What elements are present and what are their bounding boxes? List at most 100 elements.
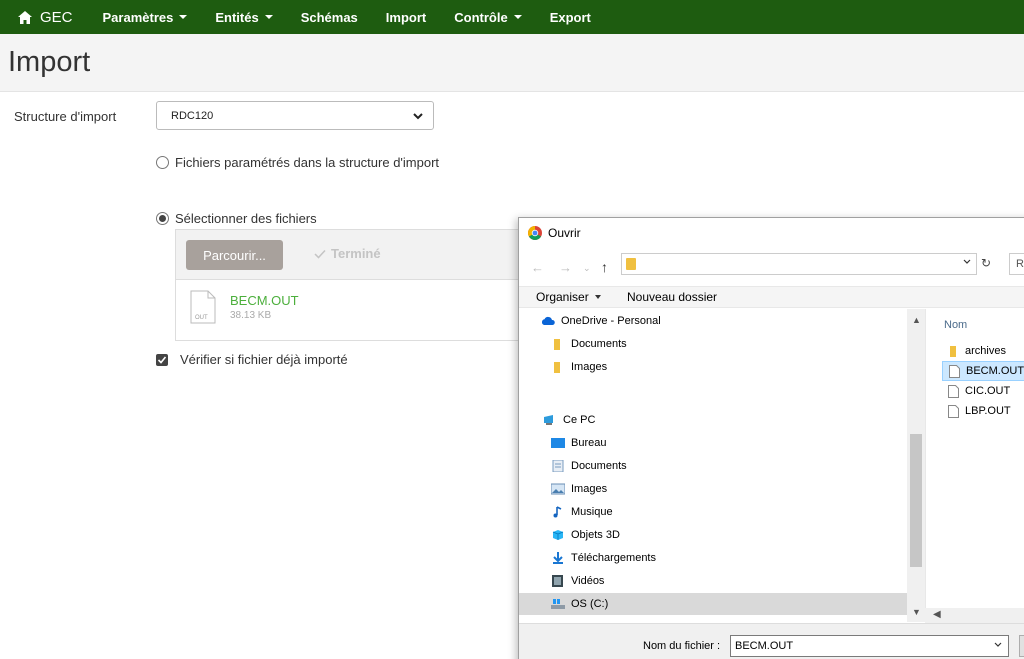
- dialog-bottom-bar: Nom du fichier : BECM.OUT: [519, 623, 1024, 659]
- page-header: Import: [0, 34, 1024, 92]
- filetype-select[interactable]: [1019, 635, 1024, 657]
- organise-menu[interactable]: Organiser: [536, 290, 601, 304]
- filename-label: Nom du fichier :: [643, 640, 721, 652]
- scroll-left-icon[interactable]: ◀: [933, 609, 941, 620]
- search-box[interactable]: R: [1009, 253, 1024, 275]
- filename-input[interactable]: BECM.OUT: [730, 635, 1009, 657]
- nav-musique[interactable]: Musique: [519, 501, 907, 523]
- check-icon: [314, 249, 326, 259]
- nav-bureau-label: Bureau: [571, 437, 607, 449]
- dialog-title: Ouvrir: [548, 226, 581, 240]
- nav-telechargements-label: Téléchargements: [571, 552, 656, 564]
- nav-telechargements[interactable]: Téléchargements: [519, 547, 907, 569]
- filename-value: BECM.OUT: [735, 640, 794, 652]
- desktop-icon: [551, 438, 565, 448]
- file-item-label: BECM.OUT: [966, 365, 1024, 377]
- nav-images[interactable]: Images: [519, 478, 907, 500]
- computer-icon: [544, 415, 553, 425]
- nav-objets-3d[interactable]: Objets 3D: [519, 524, 907, 546]
- chevron-down-icon[interactable]: [993, 640, 1003, 650]
- nav-onedrive-label: OneDrive - Personal: [561, 315, 661, 327]
- nav-onedrive-documents-label: Documents: [571, 338, 627, 350]
- caret-down-icon: [513, 15, 522, 19]
- structure-select[interactable]: RDC120: [156, 101, 434, 130]
- nav-export[interactable]: Export: [536, 0, 605, 34]
- nav-controle[interactable]: Contrôle: [440, 0, 535, 34]
- radio-param-option[interactable]: Fichiers paramétrés dans la structure d'…: [156, 155, 439, 170]
- up-arrow-icon[interactable]: ↑: [601, 259, 608, 275]
- verify-checkbox[interactable]: [156, 353, 168, 366]
- caret-down-icon: [594, 295, 601, 299]
- caret-down-icon: [264, 15, 273, 19]
- nav-schemas-label: Schémas: [300, 9, 358, 25]
- dialog-titlebar[interactable]: Ouvrir: [519, 218, 1024, 248]
- drive-icon: [551, 599, 565, 609]
- file-item-archives[interactable]: archives: [942, 341, 1024, 361]
- file-icon-text: OUT: [195, 315, 208, 321]
- file-hscrollbar[interactable]: ◀: [925, 608, 1024, 624]
- back-arrow-icon[interactable]: ←: [531, 260, 544, 275]
- scroll-down-icon[interactable]: ▼: [912, 607, 921, 617]
- radio-select[interactable]: [156, 212, 169, 225]
- file-item-cic[interactable]: CIC.OUT: [942, 381, 1024, 401]
- forward-arrow-icon[interactable]: →: [559, 260, 572, 275]
- file-item-label: CIC.OUT: [965, 385, 1011, 397]
- nav-os-c[interactable]: OS (C:): [519, 593, 907, 615]
- cloud-icon: [541, 316, 555, 325]
- scroll-thumb[interactable]: [910, 434, 922, 567]
- nav-objets-3d-label: Objets 3D: [571, 529, 620, 541]
- folder-icon: [554, 339, 560, 350]
- brand-label: GEC: [40, 8, 73, 26]
- new-folder-button[interactable]: Nouveau dossier: [627, 290, 717, 304]
- nav-import[interactable]: Import: [372, 0, 440, 34]
- nav-documents[interactable]: Documents: [519, 455, 907, 477]
- radio-param[interactable]: [156, 156, 169, 169]
- documents-icon: [552, 460, 564, 472]
- nav-controle-label: Contrôle: [454, 9, 508, 25]
- chrome-icon: [528, 226, 542, 240]
- file-icon: [948, 384, 959, 398]
- done-label: Terminé: [331, 246, 381, 261]
- nav-ce-pc-label: Ce PC: [563, 414, 596, 426]
- nav-schemas[interactable]: Schémas: [287, 0, 372, 34]
- nav-videos[interactable]: Vidéos: [519, 570, 907, 592]
- nav-entites[interactable]: Entités: [201, 0, 286, 34]
- nav-onedrive[interactable]: OneDrive - Personal: [519, 310, 907, 332]
- navigation-pane: OneDrive - Personal Documents Images Ce …: [519, 309, 925, 622]
- nav-videos-label: Vidéos: [571, 575, 605, 587]
- verify-label: Vérifier si fichier déjà importé: [180, 352, 348, 367]
- nav-ce-pc[interactable]: Ce PC: [519, 409, 907, 431]
- uploaded-file-row: OUT BECM.OUT 38.13 KB: [176, 280, 524, 336]
- nav-parametres[interactable]: Paramètres: [89, 0, 202, 34]
- images-icon: [551, 483, 565, 495]
- file-icon: [949, 364, 960, 378]
- column-header-name[interactable]: Nom: [944, 319, 967, 331]
- chevron-down-icon: [413, 113, 423, 120]
- structure-select-value: RDC120: [171, 109, 214, 122]
- recent-chevron-icon[interactable]: ⌄: [583, 263, 591, 274]
- done-button[interactable]: Terminé: [314, 246, 381, 261]
- nav-bureau[interactable]: Bureau: [519, 432, 907, 454]
- chevron-down-icon: [963, 259, 971, 264]
- nav-parametres-label: Paramètres: [102, 9, 174, 25]
- browse-button[interactable]: Parcourir...: [186, 240, 283, 270]
- radio-select-label: Sélectionner des fichiers: [175, 211, 317, 226]
- file-item-lbp[interactable]: LBP.OUT: [942, 401, 1024, 421]
- folder-icon: [626, 258, 636, 270]
- verify-option[interactable]: Vérifier si fichier déjà importé: [156, 352, 348, 367]
- file-item-becm[interactable]: BECM.OUT: [942, 361, 1024, 381]
- uploaded-file-name[interactable]: BECM.OUT: [230, 293, 299, 308]
- nav-onedrive-documents[interactable]: Documents: [519, 333, 907, 355]
- dialog-toolbar: Organiser Nouveau dossier: [519, 286, 1024, 308]
- nav-onedrive-images[interactable]: Images: [519, 356, 907, 378]
- brand-link[interactable]: GEC: [0, 0, 89, 34]
- scroll-up-icon[interactable]: ▲: [912, 315, 921, 325]
- home-icon: [18, 10, 32, 24]
- address-box[interactable]: [621, 253, 977, 275]
- nav-import-label: Import: [385, 9, 427, 25]
- refresh-icon[interactable]: ↻: [981, 256, 991, 270]
- nav-scrollbar[interactable]: ▲ ▼: [907, 309, 925, 622]
- nav-musique-label: Musique: [571, 506, 613, 518]
- folder-icon: [950, 345, 956, 357]
- radio-select-option[interactable]: Sélectionner des fichiers: [156, 211, 317, 226]
